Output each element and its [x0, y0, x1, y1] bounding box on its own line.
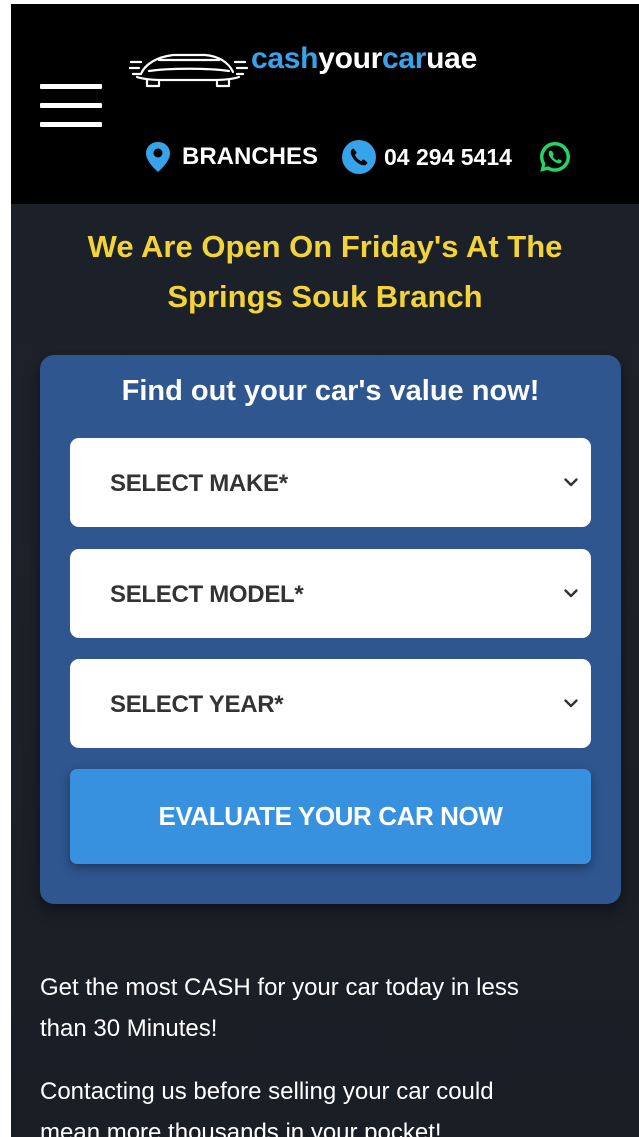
- phone-link[interactable]: 04 294 5414: [342, 140, 512, 174]
- logo-text-your: your: [318, 42, 382, 75]
- announcement-banner: We Are Open On Friday's At The Springs S…: [11, 222, 639, 322]
- branches-link[interactable]: BRANCHES: [146, 142, 318, 172]
- branches-label: BRANCHES: [182, 143, 319, 170]
- contact-row: BRANCHES 04 294 5414: [146, 137, 572, 177]
- contact-line-2: mean more thousands in your pocket!: [40, 1119, 442, 1137]
- hamburger-menu-icon[interactable]: [40, 84, 102, 128]
- car-logo-icon: [129, 53, 249, 88]
- phone-number: 04 294 5414: [384, 143, 512, 170]
- logo-text-cash: cash: [251, 42, 319, 75]
- select-model-dropdown[interactable]: SELECT MODEL*: [70, 549, 591, 638]
- form-title: Find out your car's value now!: [121, 375, 540, 407]
- logo-text: cashyourcaruae: [251, 44, 477, 74]
- map-pin-icon: [146, 142, 170, 172]
- contact-paragraph: Contacting us before selling your car co…: [40, 1071, 625, 1137]
- select-make-label: SELECT MAKE*: [110, 470, 288, 497]
- whatsapp-icon[interactable]: [538, 140, 572, 174]
- car-valuation-form: Find out your car's value now! SELECT MA…: [40, 355, 621, 904]
- chevron-down-icon: [564, 699, 578, 708]
- logo-text-uae: uae: [426, 42, 477, 75]
- chevron-down-icon: [564, 589, 578, 598]
- intro-line-1: Get the most CASH for your car today in …: [40, 974, 519, 1001]
- select-year-label: SELECT YEAR*: [110, 691, 284, 718]
- select-year-dropdown[interactable]: SELECT YEAR*: [70, 659, 591, 748]
- contact-line-1: Contacting us before selling your car co…: [40, 1078, 494, 1105]
- evaluate-car-button[interactable]: EVALUATE YOUR CAR NOW: [70, 769, 591, 864]
- phone-icon: [342, 140, 377, 174]
- banner-line-1: We Are Open On Friday's At The: [87, 229, 563, 264]
- intro-paragraph: Get the most CASH for your car today in …: [40, 967, 625, 1049]
- left-border: [0, 0, 11, 1137]
- page: cashyourcaruae BRANCHES 04 294 5414 We A…: [0, 0, 639, 1137]
- banner-line-2: Springs Souk Branch: [167, 279, 483, 314]
- logo-text-car: car: [382, 42, 427, 75]
- select-model-label: SELECT MODEL*: [110, 581, 304, 608]
- intro-line-2: than 30 Minutes!: [40, 1015, 218, 1042]
- site-logo[interactable]: cashyourcaruae: [129, 44, 477, 92]
- site-header: cashyourcaruae BRANCHES 04 294 5414: [11, 4, 639, 204]
- chevron-down-icon: [564, 478, 578, 487]
- select-make-dropdown[interactable]: SELECT MAKE*: [70, 438, 591, 527]
